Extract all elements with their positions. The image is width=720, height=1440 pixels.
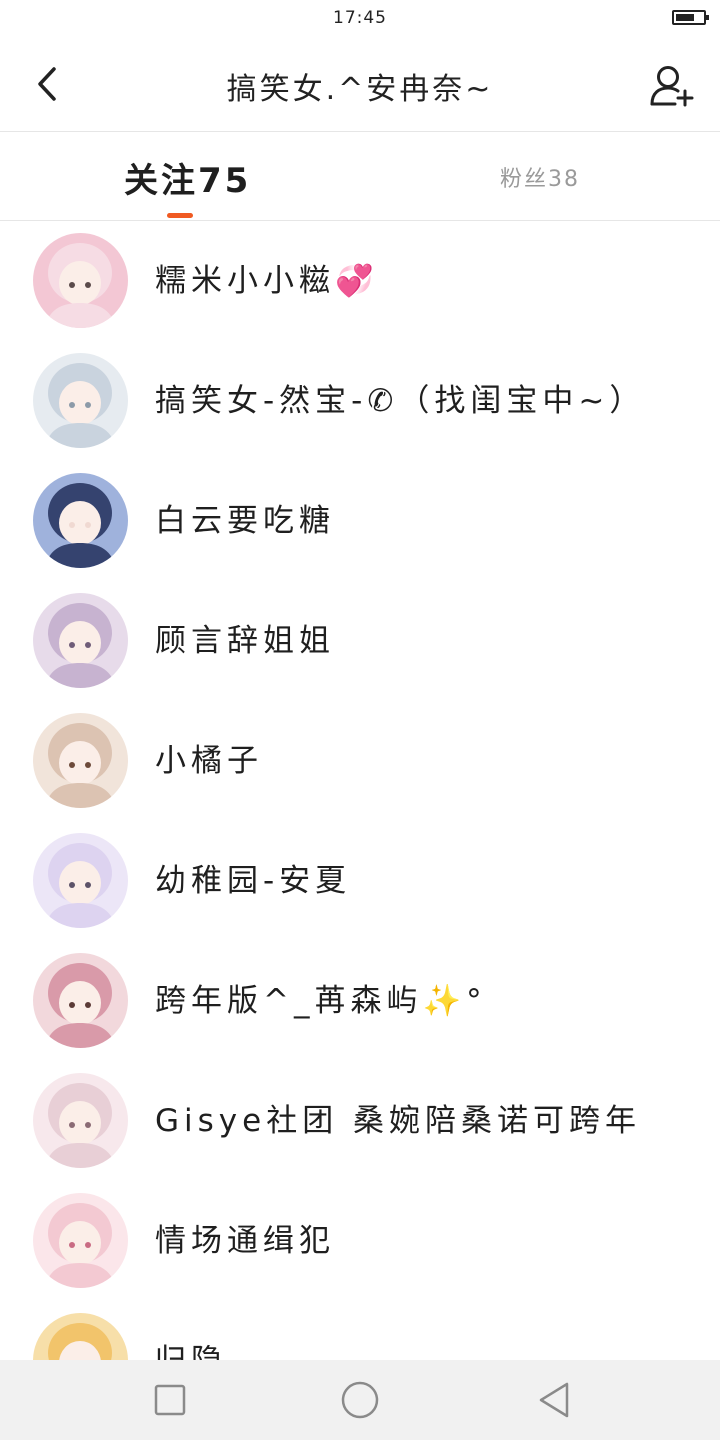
avatar-image: [33, 353, 128, 448]
page-title: 搞笑女.^安冉奈~: [226, 72, 494, 107]
active-tab-indicator: [167, 213, 193, 218]
avatar[interactable]: [33, 1193, 128, 1288]
avatar-image: [33, 593, 128, 688]
circle-icon: [341, 1381, 379, 1419]
add-user-icon: [650, 66, 694, 107]
avatar-image: [33, 1193, 128, 1288]
triangle-back-icon: [539, 1382, 569, 1418]
user-name: 小橘子: [155, 743, 263, 779]
avatar[interactable]: [33, 473, 128, 568]
tab-followers[interactable]: 粉丝38: [500, 152, 580, 202]
avatar-image: [33, 1073, 128, 1168]
avatar-image: [33, 713, 128, 808]
tab-following[interactable]: 关注75: [124, 152, 251, 202]
list-item[interactable]: 顾言辞姐姐: [0, 581, 720, 701]
avatar-image: [33, 953, 128, 1048]
user-name: 幼稚园-安夏: [155, 863, 352, 899]
back-button[interactable]: [24, 56, 72, 112]
home-button[interactable]: [336, 1376, 384, 1424]
status-bar: 17:45: [0, 0, 720, 36]
list-item[interactable]: 归隐: [0, 1301, 720, 1360]
add-user-button[interactable]: [644, 58, 700, 114]
system-nav-bar: [0, 1360, 720, 1440]
tab-bar: 关注75 粉丝38: [0, 132, 720, 221]
list-item[interactable]: 糯米小小糍💞: [0, 221, 720, 341]
recent-apps-button[interactable]: [146, 1376, 194, 1424]
list-item[interactable]: 幼稚园-安夏: [0, 821, 720, 941]
list-item[interactable]: 跨年版^_苒森屿✨°: [0, 941, 720, 1061]
chevron-left-icon: [38, 67, 56, 101]
user-name: 归隐: [155, 1339, 227, 1360]
avatar[interactable]: [33, 833, 128, 928]
battery-icon: [672, 10, 709, 25]
avatar[interactable]: [33, 1073, 128, 1168]
user-name: 顾言辞姐姐: [155, 623, 335, 659]
nav-back-button[interactable]: [530, 1376, 578, 1424]
user-name: Gisye社团 桑婉陪桑诺可跨年: [155, 1103, 642, 1139]
avatar-image: [33, 1313, 128, 1360]
list-item[interactable]: Gisye社团 桑婉陪桑诺可跨年: [0, 1061, 720, 1181]
following-list[interactable]: 糯米小小糍💞 搞笑女-然宝-✆（找闺宝中~） 白云要吃糖 顾言辞姐姐 小橘子 幼…: [0, 221, 720, 1360]
avatar-image: [33, 473, 128, 568]
status-time: 17:45: [333, 8, 387, 28]
avatar[interactable]: [33, 233, 128, 328]
avatar-image: [33, 233, 128, 328]
avatar[interactable]: [33, 1313, 128, 1360]
header: 搞笑女.^安冉奈~: [0, 36, 720, 132]
user-name: 搞笑女-然宝-✆（找闺宝中~）: [155, 383, 646, 419]
screen: 17:45 搞笑女.^安冉奈~ 关注75 粉丝38 糯米小小糍💞 搞笑女-然宝-…: [0, 0, 720, 1440]
avatar[interactable]: [33, 593, 128, 688]
list-item[interactable]: 白云要吃糖: [0, 461, 720, 581]
user-name: 跨年版^_苒森屿✨°: [155, 983, 487, 1019]
user-name: 情场通缉犯: [155, 1223, 335, 1259]
square-icon: [154, 1384, 186, 1416]
list-item[interactable]: 小橘子: [0, 701, 720, 821]
avatar[interactable]: [33, 953, 128, 1048]
user-name: 白云要吃糖: [155, 503, 335, 539]
list-item[interactable]: 情场通缉犯: [0, 1181, 720, 1301]
user-name: 糯米小小糍💞: [155, 263, 379, 299]
avatar[interactable]: [33, 713, 128, 808]
avatar[interactable]: [33, 353, 128, 448]
avatar-image: [33, 833, 128, 928]
list-item[interactable]: 搞笑女-然宝-✆（找闺宝中~）: [0, 341, 720, 461]
battery-fill: [676, 14, 694, 21]
